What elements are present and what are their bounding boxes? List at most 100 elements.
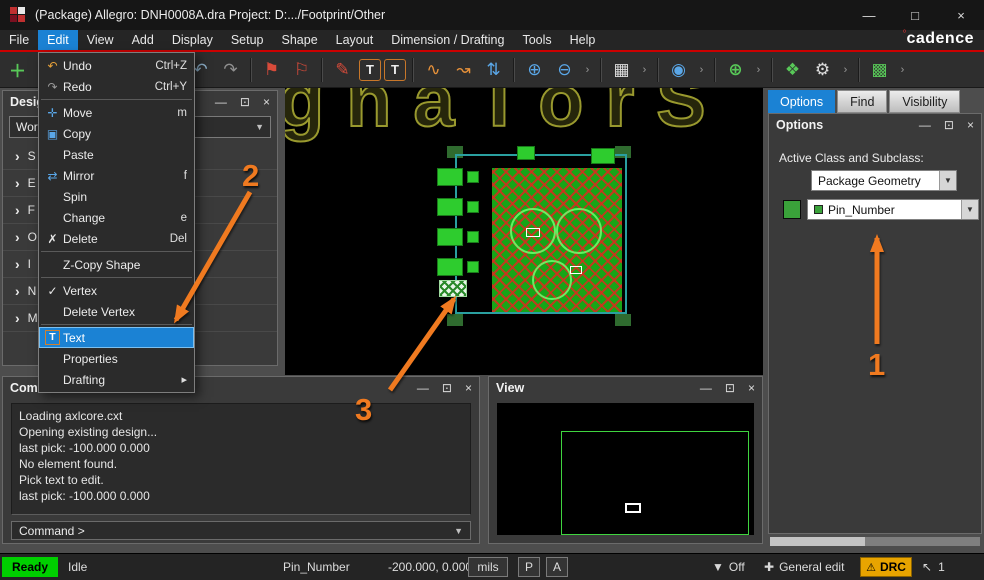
pad[interactable] [467, 261, 479, 273]
add-overflow-icon[interactable]: › [752, 56, 765, 83]
text-block-icon[interactable]: T [384, 59, 406, 81]
menu-display[interactable]: Display [163, 30, 222, 50]
minimize-icon[interactable]: — [417, 381, 429, 395]
tab-visibility[interactable]: Visibility [889, 90, 960, 113]
zoom-out-icon[interactable]: ⊖ [551, 56, 578, 83]
pad[interactable] [467, 201, 479, 213]
menu-item-delete[interactable]: ✗ Delete Del [39, 228, 194, 249]
chevron-right-icon[interactable]: › [15, 256, 20, 272]
new-design-icon[interactable]: ＋ [4, 56, 31, 83]
p-button[interactable]: P [518, 557, 540, 577]
pad[interactable] [517, 146, 535, 160]
chevron-right-icon[interactable]: › [15, 202, 20, 218]
subclass-combo[interactable]: Pin_Number ▼ [807, 199, 979, 220]
pad[interactable] [591, 148, 615, 164]
menu-item-change[interactable]: Change e [39, 207, 194, 228]
pin-icon[interactable]: ⚑ [258, 56, 285, 83]
add-connect-icon[interactable]: ∿ [420, 56, 447, 83]
menu-item-redo[interactable]: ↷ Redo Ctrl+Y [39, 76, 194, 97]
menu-add[interactable]: Add [123, 30, 163, 50]
redo-icon[interactable]: ↷ [217, 56, 244, 83]
command-input[interactable]: Command > ▼ [11, 521, 471, 540]
slide-icon[interactable]: ↝ [450, 56, 477, 83]
float-icon[interactable]: ⊡ [725, 381, 735, 395]
a-button[interactable]: A [546, 557, 568, 577]
pad[interactable] [437, 258, 463, 276]
subclass-color-swatch[interactable] [783, 200, 801, 219]
menu-dimension-drafting[interactable]: Dimension / Drafting [382, 30, 513, 50]
close-icon[interactable]: × [967, 118, 974, 132]
chevron-right-icon[interactable]: › [15, 229, 20, 245]
menu-item-text[interactable]: T Text [39, 327, 194, 348]
menu-layout[interactable]: Layout [327, 30, 383, 50]
edit-text-icon[interactable]: ✎ [329, 56, 356, 83]
tab-find[interactable]: Find [837, 90, 887, 113]
menu-item-spin[interactable]: Spin [39, 186, 194, 207]
pad[interactable] [437, 228, 463, 246]
swap-icon[interactable]: ⇅ [480, 56, 507, 83]
visibility-eye-icon[interactable]: ◉ [665, 56, 692, 83]
menu-item-drafting[interactable]: Drafting ▸ [39, 369, 194, 390]
pad[interactable] [467, 171, 479, 183]
dropdown-arrow-icon[interactable]: ▼ [961, 200, 978, 219]
minimize-icon[interactable]: — [700, 381, 712, 395]
close-button[interactable]: × [938, 0, 984, 30]
menu-view[interactable]: View [78, 30, 123, 50]
menu-item-z-copy-shape[interactable]: Z-Copy Shape [39, 254, 194, 275]
zoom-in-icon[interactable]: ⊕ [521, 56, 548, 83]
menu-help[interactable]: Help [561, 30, 605, 50]
menu-tools[interactable]: Tools [513, 30, 560, 50]
menu-item-delete-vertex[interactable]: Delete Vertex [39, 301, 194, 322]
menu-file[interactable]: File [0, 30, 38, 50]
maximize-button[interactable]: □ [892, 0, 938, 30]
menu-item-paste[interactable]: Paste [39, 144, 194, 165]
menu-setup[interactable]: Setup [222, 30, 273, 50]
settings-gear-icon[interactable]: ⚙ [809, 56, 836, 83]
shape-overflow-icon[interactable]: › [839, 56, 852, 83]
filter-toggle[interactable]: ▼ Off [712, 557, 745, 577]
close-icon[interactable]: × [465, 381, 472, 395]
chevron-right-icon[interactable]: › [15, 175, 20, 191]
menu-item-properties[interactable]: Properties [39, 348, 194, 369]
float-icon[interactable]: ⊡ [240, 95, 250, 109]
pad[interactable] [437, 168, 463, 186]
minimize-button[interactable]: — [846, 0, 892, 30]
add-pin-icon[interactable]: ⊕ [722, 56, 749, 83]
class-combo[interactable]: Package Geometry ▼ [811, 170, 957, 191]
dropdown-arrow-icon[interactable]: ▼ [454, 526, 463, 536]
menu-item-mirror[interactable]: ⇄ Mirror f [39, 165, 194, 186]
shape-add-icon[interactable]: ❖ [779, 56, 806, 83]
grid-icon[interactable]: ▦ [608, 56, 635, 83]
minimize-icon[interactable]: — [215, 95, 227, 109]
close-icon[interactable]: × [263, 95, 270, 109]
grid-overflow-icon[interactable]: › [638, 56, 651, 83]
minimize-icon[interactable]: — [919, 118, 931, 132]
hatched-copper-region[interactable] [492, 168, 622, 312]
drc-button[interactable]: ⚠ DRC [860, 557, 912, 577]
chevron-right-icon[interactable]: › [15, 310, 20, 326]
design-canvas[interactable]: gnaTorS [285, 88, 763, 375]
pad[interactable] [437, 198, 463, 216]
chevron-right-icon[interactable]: › [15, 283, 20, 299]
menu-shape[interactable]: Shape [273, 30, 327, 50]
scrollbar-thumb[interactable] [770, 537, 865, 546]
unpin-icon[interactable]: ⚐ [288, 56, 315, 83]
view-canvas[interactable] [497, 403, 754, 535]
zoom-overflow-icon[interactable]: › [581, 56, 594, 83]
application-mode[interactable]: ✚ General edit [764, 557, 844, 577]
visibility-overflow-icon[interactable]: › [695, 56, 708, 83]
menu-edit[interactable]: Edit [38, 30, 78, 50]
dropdown-arrow-icon[interactable]: ▼ [939, 171, 956, 190]
menu-item-vertex[interactable]: ✓ Vertex [39, 280, 194, 301]
horizontal-scrollbar[interactable] [770, 537, 980, 546]
float-icon[interactable]: ⊡ [944, 118, 954, 132]
chevron-right-icon[interactable]: › [15, 148, 20, 164]
pad[interactable] [467, 231, 479, 243]
menu-item-move[interactable]: ✛ Move m [39, 102, 194, 123]
units-button[interactable]: mils [468, 557, 508, 577]
layers-icon[interactable]: ▩ [866, 56, 893, 83]
add-text-icon[interactable]: T [359, 59, 381, 81]
float-icon[interactable]: ⊡ [442, 381, 452, 395]
selected-pad[interactable] [439, 280, 467, 297]
tab-options[interactable]: Options [768, 90, 835, 113]
